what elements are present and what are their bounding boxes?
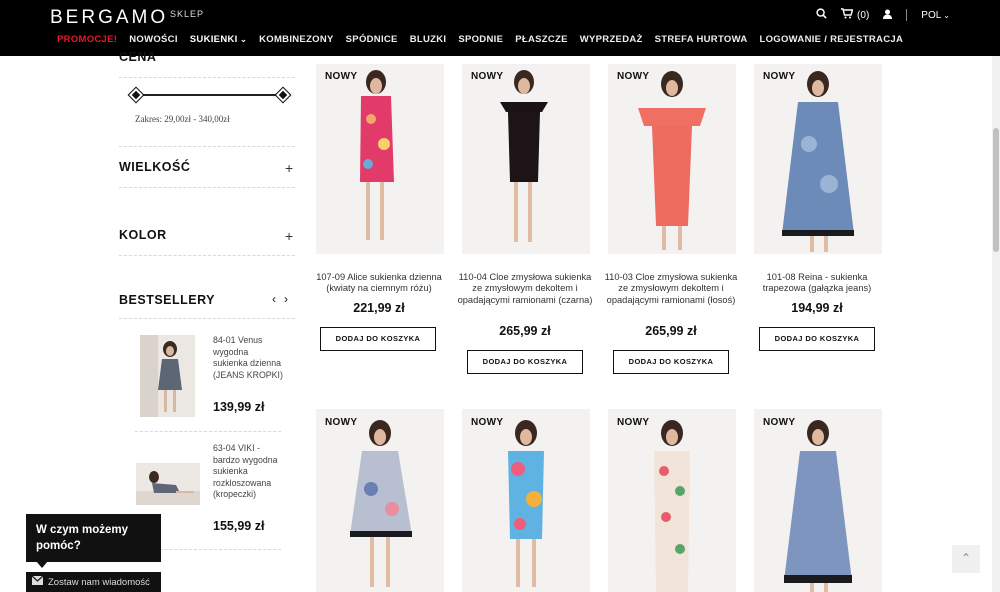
product-image[interactable] [608, 409, 736, 592]
new-badge: NOWY [325, 71, 358, 82]
scrollbar-thumb[interactable] [993, 128, 999, 252]
chevron-right-icon[interactable]: › [284, 292, 288, 306]
leave-message-button[interactable]: Zostaw nam wiadomość [26, 572, 161, 592]
product-price: 221,99 zł [353, 301, 405, 315]
nav-item-sukienki[interactable]: SUKIENKI ⌄ [190, 34, 247, 45]
new-badge: NOWY [617, 417, 650, 428]
language-selector[interactable]: POL ⌄ [921, 10, 950, 21]
divider [119, 255, 295, 256]
price-range-min-handle[interactable] [127, 86, 145, 104]
nav-item-strefa-hurtowa[interactable]: STREFA HURTOWA [655, 34, 748, 45]
bestseller-name[interactable]: 63-04 VIKI - bardzo wygodna sukienka roz… [213, 443, 283, 501]
chevron-left-icon[interactable]: ‹ [272, 292, 276, 306]
logo[interactable]: BERGAMO [50, 7, 168, 29]
price-range-text: Zakres: 29,00zł - 340,00zł [135, 114, 230, 124]
back-to-top-button[interactable]: ⌃ [952, 545, 980, 573]
nav-item-spodnie[interactable]: SPODNIE [458, 34, 503, 45]
price-filter-title: CENA [119, 50, 157, 62]
new-badge: NOWY [325, 417, 358, 428]
search-icon[interactable] [816, 8, 827, 22]
new-badge: NOWY [763, 417, 796, 428]
product-image[interactable] [754, 409, 882, 592]
divider [135, 431, 281, 432]
envelope-icon [31, 575, 44, 588]
header-separator [906, 9, 908, 21]
color-filter-title[interactable]: KOLOR [119, 228, 167, 242]
chevron-up-icon: ⌃ [960, 551, 972, 565]
nav-item-bluzki[interactable]: BLUZKI [410, 34, 447, 45]
bestseller-name[interactable]: 84-01 Venus wygodna sukienka dzienna (JE… [213, 335, 283, 381]
new-badge: NOWY [471, 71, 504, 82]
cart-icon [841, 8, 854, 22]
nav-item-wyprzedaz[interactable]: WYPRZEDAŻ [580, 34, 643, 45]
nav-item-spodnice[interactable]: SPÓDNICE [346, 34, 398, 45]
price-range-max-handle[interactable] [274, 86, 292, 104]
add-to-cart-button[interactable]: DODAJ DO KOSZYKA [759, 327, 875, 351]
user-icon[interactable] [883, 9, 893, 22]
nav-item-kombinezony[interactable]: KOMBINEZONY [259, 34, 334, 45]
nav-item-plaszcze[interactable]: PŁASZCZE [515, 34, 568, 45]
product-name[interactable]: 110-04 Cloe zmysłowa sukienka ze zmysłow… [457, 272, 593, 306]
chat-bubble-tail [36, 561, 48, 568]
add-to-cart-button[interactable]: DODAJ DO KOSZYKA [320, 327, 436, 351]
divider [119, 146, 295, 147]
product-image[interactable] [316, 409, 444, 592]
add-to-cart-button[interactable]: DODAJ DO KOSZYKA [613, 350, 729, 374]
chevron-down-icon: ⌄ [237, 35, 248, 44]
divider [119, 77, 295, 78]
nav-item-logowanie[interactable]: LOGOWANIE / REJESTRACJA [760, 34, 904, 45]
bestsellers-arrows: ‹ › [272, 292, 288, 306]
bestseller-price: 139,99 zł [213, 400, 265, 414]
divider [119, 318, 295, 319]
bestseller-price: 155,99 zł [213, 519, 265, 533]
new-badge: NOWY [617, 71, 650, 82]
nav-item-promocje[interactable]: PROMOCJE! [57, 34, 117, 45]
language-label: POL [921, 9, 942, 21]
product-image[interactable] [754, 64, 882, 254]
logo-subtitle: SKLEP [170, 9, 205, 19]
cart-link[interactable]: (0) [841, 8, 869, 22]
nav-item-label: SUKIENKI [189, 34, 238, 45]
product-price: 194,99 zł [791, 301, 843, 315]
header-icons: (0) POL ⌄ [816, 8, 950, 22]
product-name[interactable]: 107-09 Alice sukienka dzienna (kwiaty na… [311, 272, 447, 295]
product-price: 265,99 zł [645, 324, 697, 338]
leave-message-label: Zostaw nam wiadomość [48, 576, 150, 588]
new-badge: NOWY [471, 417, 504, 428]
product-image[interactable] [462, 64, 590, 254]
product-image[interactable] [608, 64, 736, 254]
new-badge: NOWY [763, 71, 796, 82]
chat-prompt[interactable]: W czym możemy pomóc? [26, 514, 161, 562]
top-navigation-bar: BERGAMO SKLEP (0) POL ⌄ PROMOCJE! NOWOŚC… [0, 0, 1000, 56]
add-to-cart-button[interactable]: DODAJ DO KOSZYKA [467, 350, 583, 374]
divider [119, 187, 295, 188]
chevron-down-icon: ⌄ [943, 10, 950, 20]
product-image[interactable] [316, 64, 444, 254]
size-filter-title[interactable]: WIELKOŚĆ [119, 160, 190, 174]
cart-count: (0) [857, 9, 870, 21]
product-name[interactable]: 110-03 Cloe zmysłowa sukienka ze zmysłow… [603, 272, 739, 306]
bestseller-image[interactable] [136, 463, 200, 505]
main-menu: PROMOCJE! NOWOŚCI SUKIENKI ⌄ KOMBINEZONY… [57, 34, 915, 45]
bestsellers-title: BESTSELLERY [119, 293, 216, 307]
product-name[interactable]: 101-08 Reina - sukienka trapezowa (gałąz… [749, 272, 885, 295]
price-range-track[interactable] [136, 94, 283, 96]
product-image[interactable] [462, 409, 590, 592]
bestseller-image[interactable] [140, 335, 195, 417]
nav-item-nowosci[interactable]: NOWOŚCI [129, 34, 178, 45]
product-price: 265,99 zł [499, 324, 551, 338]
